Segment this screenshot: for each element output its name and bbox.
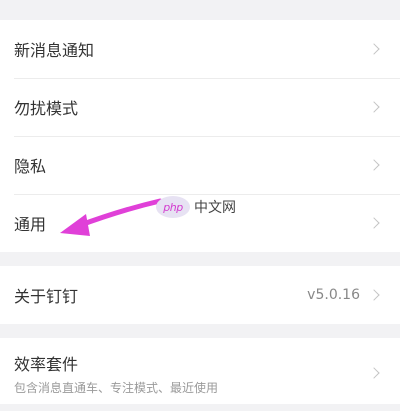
settings-item-label: 效率套件 [14, 354, 79, 374]
settings-item-efficiency-suite[interactable]: 效率套件 包含消息直通车、专注模式、最近使用 [0, 338, 400, 404]
settings-item-label: 关于钉钉 [14, 287, 79, 306]
settings-group-about: 关于钉钉 v5.0.16 [0, 266, 400, 324]
top-spacer [0, 0, 400, 20]
settings-item-do-not-disturb[interactable]: 勿扰模式 [0, 78, 400, 136]
settings-item-subtitle: 包含消息直通车、专注模式、最近使用 [14, 380, 219, 395]
chevron-right-icon [368, 43, 380, 55]
settings-item-text: 效率套件 包含消息直通车、专注模式、最近使用 [14, 351, 370, 396]
settings-group-efficiency: 效率套件 包含消息直通车、专注模式、最近使用 [0, 338, 400, 404]
chevron-right-icon [368, 289, 380, 301]
settings-item-label: 勿扰模式 [14, 99, 79, 118]
version-value: v5.0.16 [307, 287, 360, 303]
chevron-right-icon [368, 159, 380, 171]
section-gap [0, 252, 400, 266]
settings-item-new-message-notification[interactable]: 新消息通知 [0, 20, 400, 78]
watermark-site-text: 中文网 [194, 200, 236, 216]
settings-item-label: 隐私 [14, 157, 47, 176]
settings-item-privacy[interactable]: 隐私 [0, 136, 400, 194]
watermark-logo: php [156, 196, 190, 218]
settings-item-label: 新消息通知 [14, 41, 95, 60]
section-gap [0, 324, 400, 338]
chevron-right-icon [368, 367, 380, 379]
chevron-right-icon [368, 217, 380, 229]
watermark: php 中文网 [156, 196, 236, 218]
chevron-right-icon [368, 101, 380, 113]
settings-item-about-dingtalk[interactable]: 关于钉钉 v5.0.16 [0, 266, 400, 324]
